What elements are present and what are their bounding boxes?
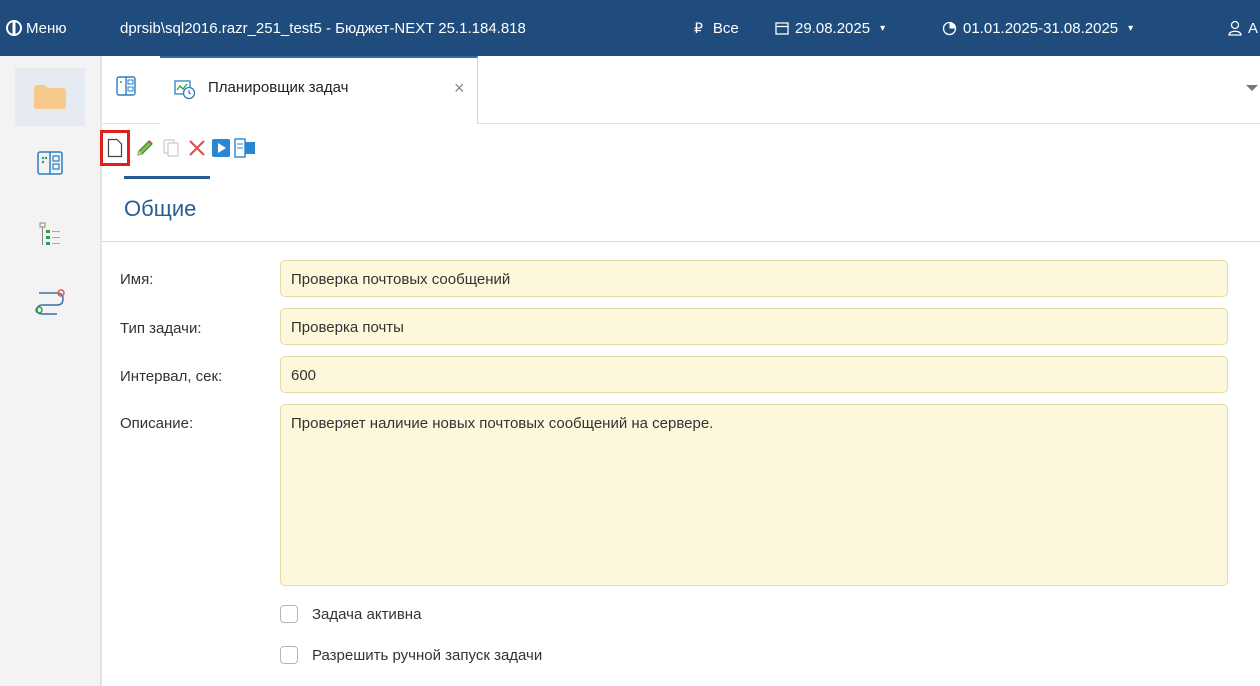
delete-button[interactable] [184, 132, 210, 164]
rail-dashboard-button[interactable] [15, 134, 85, 192]
copy-button[interactable] [158, 132, 184, 164]
left-rail [0, 56, 100, 686]
route-icon [35, 289, 65, 315]
section-divider [102, 241, 1260, 242]
panel-toggle-button[interactable] [116, 76, 136, 101]
period-value: 01.01.2025-31.08.2025 [963, 19, 1119, 37]
menu-button[interactable]: Меню [6, 0, 67, 56]
user-icon [1228, 20, 1242, 36]
name-label: Имя: [120, 271, 154, 288]
task-type-label: Тип задачи: [120, 320, 202, 337]
clock-icon [942, 21, 957, 35]
tab-strip: Планировщик задач × [102, 56, 1260, 124]
interval-label: Интервал, сек: [120, 368, 223, 385]
panel-icon [116, 76, 136, 96]
manual-run-label: Разрешить ручной запуск задачи [312, 646, 543, 664]
edit-button[interactable] [132, 132, 158, 164]
user-menu[interactable]: А [1228, 0, 1258, 56]
toolbar [100, 124, 1260, 179]
currency-selector[interactable]: ₽ Все [694, 0, 739, 56]
description-label: Описание: [120, 415, 194, 432]
rail-tree-button[interactable] [15, 206, 85, 264]
task-active-checkbox[interactable] [280, 605, 298, 623]
scheduler-icon [174, 80, 196, 105]
date-selector[interactable]: 29.08.2025 ▾ [775, 0, 885, 56]
run-icon [212, 139, 230, 157]
folder-icon [34, 85, 66, 109]
dashboard-icon [37, 151, 63, 175]
tree-list-icon [39, 222, 60, 245]
connection-title: dprsib\sql2016.razr_251_test5 - Бюджет-N… [120, 19, 526, 37]
currency-symbol: ₽ [694, 19, 703, 36]
name-field[interactable]: Проверка почтовых сообщений [280, 260, 1228, 297]
chevron-down-icon: ▾ [1128, 22, 1134, 34]
manual-run-option[interactable]: Разрешить ручной запуск задачи [280, 646, 542, 664]
tab-task-scheduler[interactable]: Планировщик задач × [160, 56, 478, 124]
delete-icon [189, 140, 205, 156]
copy-icon [163, 139, 179, 157]
title-bar: Меню dprsib\sql2016.razr_251_test5 - Бюд… [0, 0, 1260, 56]
calendar-icon [775, 22, 789, 35]
chevron-down-icon: ▾ [880, 22, 886, 34]
user-initial: А [1248, 19, 1259, 37]
date-value: 29.08.2025 [795, 19, 871, 37]
description-field[interactable]: Проверяет наличие новых почтовых сообщен… [280, 404, 1228, 586]
close-icon[interactable]: × [454, 78, 465, 99]
currency-label: Все [712, 19, 739, 37]
app-logo-icon [6, 19, 22, 37]
section-general-tab[interactable]: Общие [124, 196, 196, 222]
task-active-label: Задача активна [312, 605, 422, 623]
edit-pencil-icon [137, 140, 153, 156]
interval-field[interactable]: 600 [280, 356, 1228, 393]
section-tab-indicator [124, 176, 210, 179]
new-button[interactable] [100, 130, 130, 166]
new-document-icon [107, 138, 123, 158]
tab-list-dropdown[interactable] [1246, 85, 1258, 91]
split-view-button[interactable] [232, 132, 258, 164]
menu-label: Меню [26, 19, 67, 37]
run-button[interactable] [208, 132, 234, 164]
task-type-field[interactable]: Проверка почты [280, 308, 1228, 345]
task-active-option[interactable]: Задача активна [280, 605, 421, 623]
manual-run-checkbox[interactable] [280, 646, 298, 664]
rail-route-button[interactable] [15, 272, 85, 330]
tab-label: Планировщик задач [208, 79, 349, 96]
rail-folder-button[interactable] [15, 68, 85, 126]
split-view-icon [234, 138, 255, 158]
period-selector[interactable]: 01.01.2025-31.08.2025 ▾ [942, 0, 1133, 56]
